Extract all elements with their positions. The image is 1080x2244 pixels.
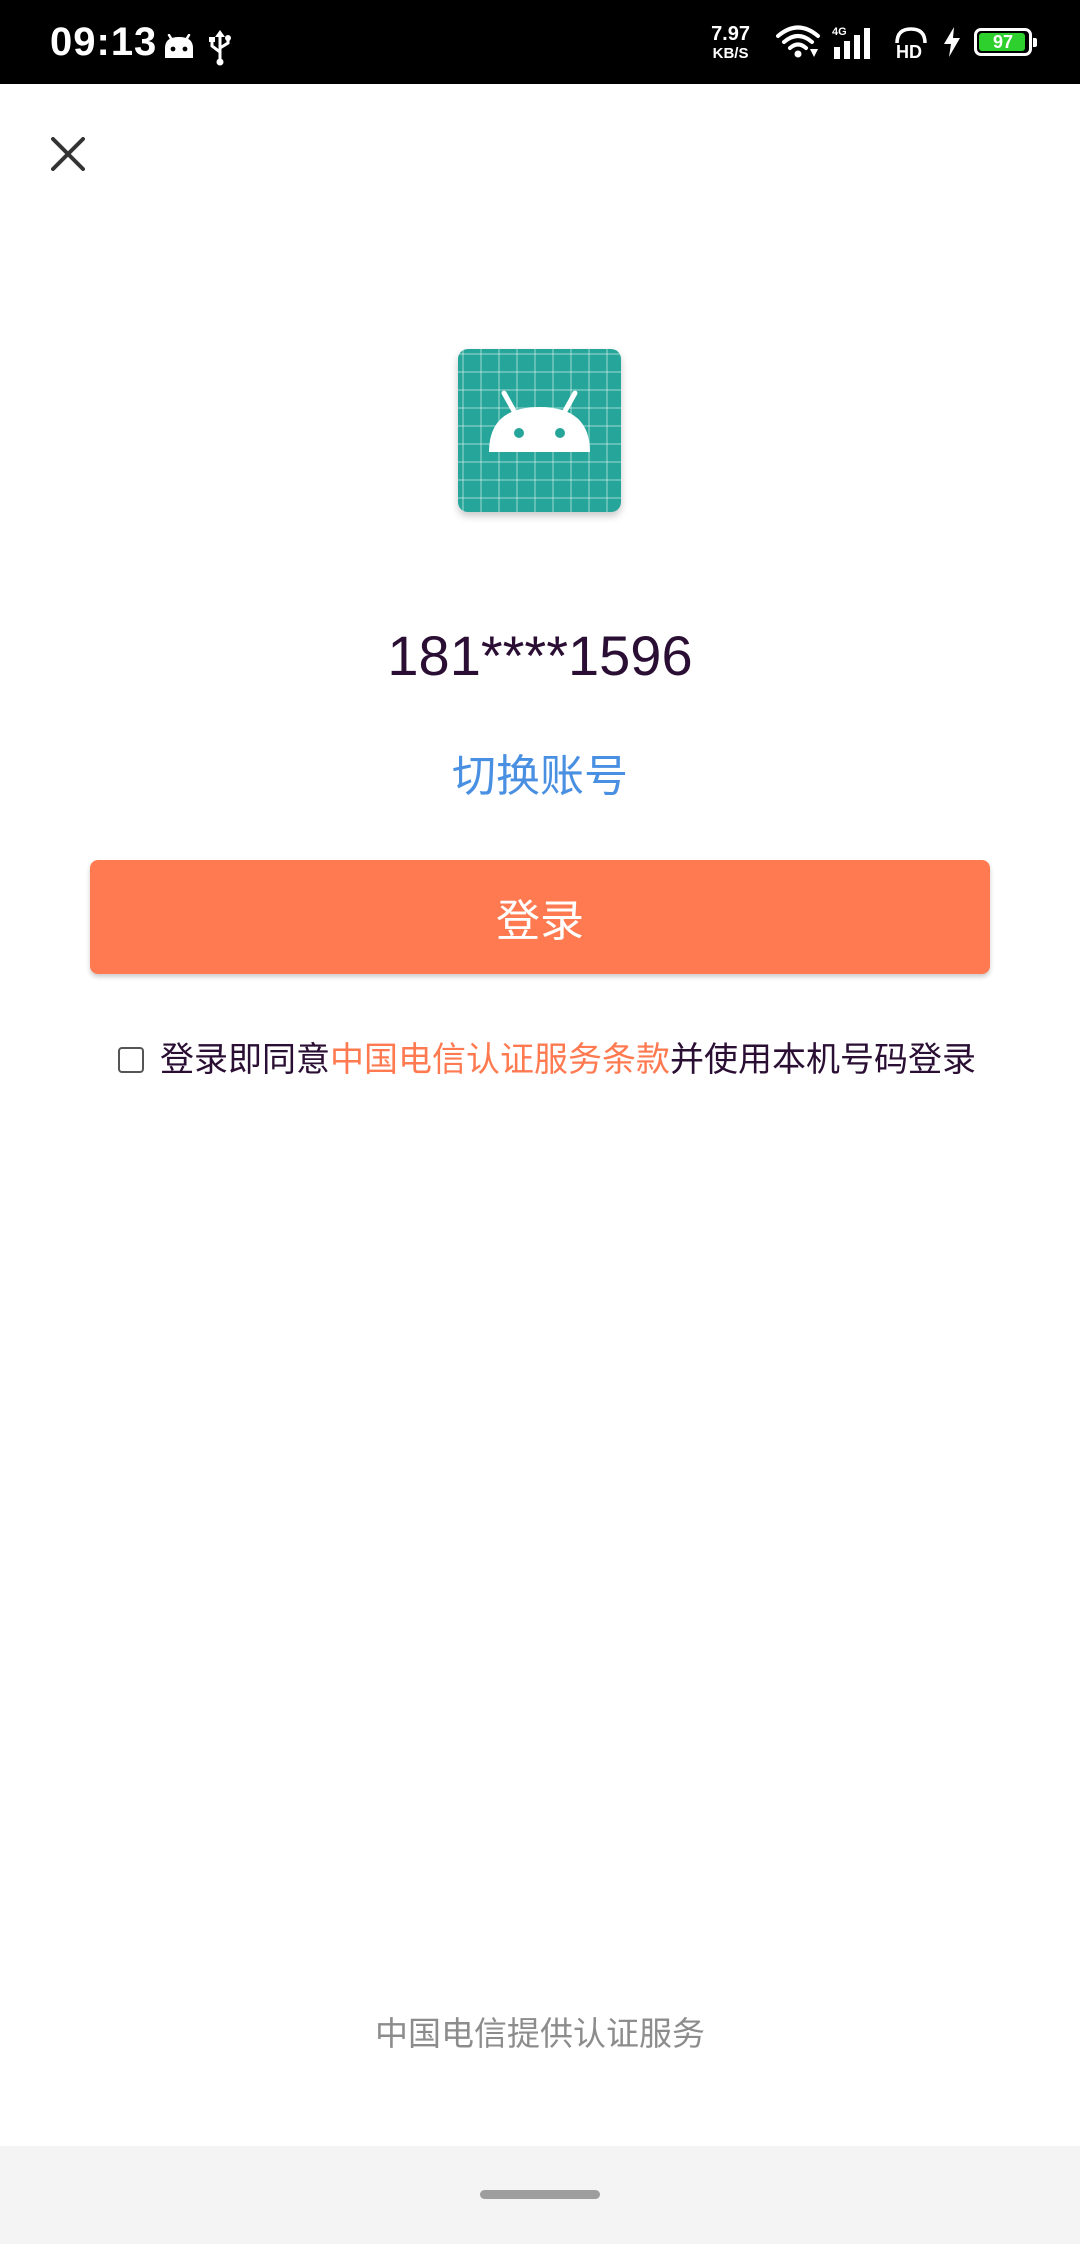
hd-voice-icon: HD (895, 27, 927, 59)
masked-phone-number: 181****1596 (387, 624, 693, 687)
provider-text: 中国电信提供认证服务 (375, 2014, 705, 2053)
charging-icon (944, 27, 960, 57)
close-icon (51, 137, 85, 171)
hd-label: HD (896, 42, 922, 59)
network-speed-value: 7.97 (711, 22, 750, 45)
login-button[interactable]: 登录 (90, 860, 990, 974)
battery-icon: 97 (974, 28, 1037, 56)
android-notification-icon (163, 33, 195, 64)
home-indicator[interactable] (480, 2190, 600, 2199)
agreement-row: 登录即同意中国电信认证服务条款并使用本机号码登录 (118, 1030, 976, 1090)
agreement-checkbox[interactable] (118, 1047, 144, 1073)
navigation-bar (0, 2146, 1080, 2244)
status-bar: 09:13 7.97 KB/S 4G HD 97 (0, 0, 1080, 84)
status-right-group: 7.97 KB/S 4G HD 97 (711, 0, 1037, 84)
login-button-label: 登录 (496, 896, 584, 947)
agreement-text: 登录即同意中国电信认证服务条款并使用本机号码登录 (160, 1030, 976, 1090)
app-icon (458, 349, 621, 512)
battery-level: 97 (992, 32, 1014, 52)
cellular-signal-icon: 4G (832, 26, 870, 59)
agreement-suffix: 并使用本机号码登录 (670, 1040, 976, 1080)
network-speed: 7.97 KB/S (711, 24, 750, 61)
login-screen: 09:13 7.97 KB/S 4G HD 97 181****1596 切换账… (0, 0, 1080, 2244)
usb-icon (208, 30, 232, 70)
battery-nub (1033, 38, 1037, 47)
android-icon (489, 390, 590, 452)
wifi-icon (776, 25, 820, 58)
network-type-label: 4G (832, 26, 847, 38)
status-time: 09:13 (50, 20, 158, 64)
terms-link[interactable]: 中国电信认证服务条款 (330, 1040, 670, 1080)
close-button[interactable] (40, 126, 96, 182)
switch-account-link[interactable]: 切换账号 (0, 747, 1080, 807)
agreement-prefix: 登录即同意 (160, 1040, 330, 1080)
network-speed-unit: KB/S (712, 44, 749, 62)
